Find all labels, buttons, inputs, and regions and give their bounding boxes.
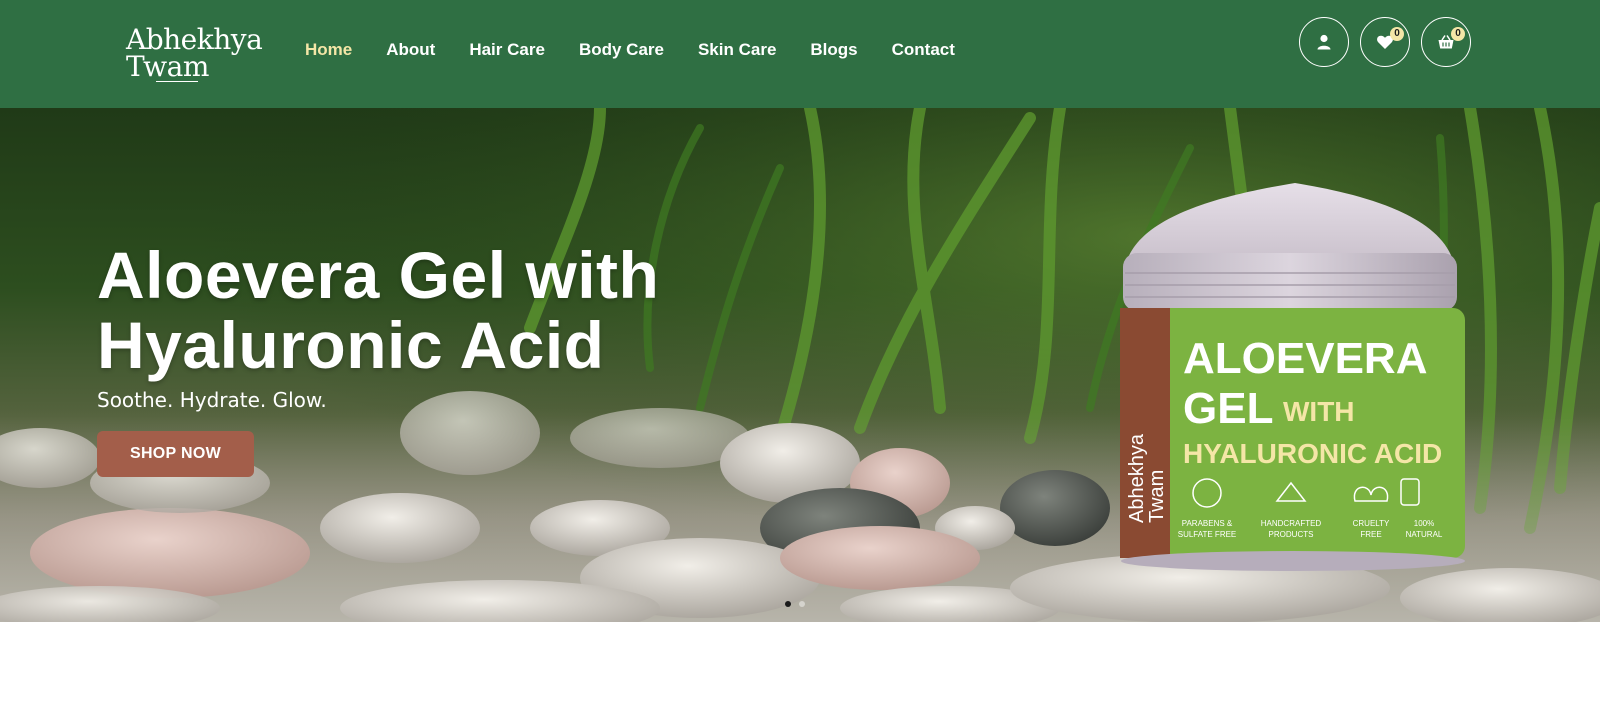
hero-subtitle: Soothe. Hydrate. Glow. [97, 388, 327, 412]
badge-parabens-line1: PARABENS & [1182, 519, 1233, 528]
jar-name-line1: ALOEVERA [1183, 334, 1427, 383]
slider-dot-1[interactable] [785, 601, 791, 607]
nav-item-hair-care[interactable]: Hair Care [469, 38, 545, 62]
cart-count-badge: 0 [1451, 27, 1465, 41]
badge-parabens-line2: SULFATE FREE [1178, 530, 1237, 539]
nav-item-home[interactable]: Home [305, 38, 352, 62]
badge-natural-line1: 100% [1414, 519, 1434, 528]
jar-brand-line2: Twam [1146, 470, 1168, 523]
wishlist-count-badge: 0 [1390, 27, 1404, 41]
main-nav: Home About Hair Care Body Care Skin Care… [305, 38, 989, 62]
slider-pagination [785, 601, 805, 607]
jar-name-line2b: WITH [1283, 396, 1355, 427]
brand-logo[interactable]: Abhekhya Twam [126, 26, 263, 86]
product-jar-image: Abhekhya Twam ALOEVERA GEL WITH HYALURON… [1120, 183, 1465, 571]
nav-item-blogs[interactable]: Blogs [810, 38, 857, 62]
jar-name-line2a: GEL [1183, 384, 1273, 433]
hero-slider: Aloevera Gel with Hyaluronic Acid Soothe… [0, 108, 1600, 622]
jar-brand-line1: Abhekhya [1126, 433, 1148, 523]
badge-handcrafted-line1: HANDCRAFTED [1261, 519, 1322, 528]
badge-natural-line2: NATURAL [1406, 530, 1443, 539]
nav-item-body-care[interactable]: Body Care [579, 38, 664, 62]
account-button[interactable] [1299, 17, 1349, 67]
nav-item-about[interactable]: About [386, 38, 435, 62]
cart-button[interactable]: 0 [1421, 17, 1471, 67]
badge-cruelty-line2: FREE [1360, 530, 1381, 539]
nav-item-skin-care[interactable]: Skin Care [698, 38, 776, 62]
hero-title-line1: Aloevera Gel with [97, 238, 660, 312]
slider-dot-2[interactable] [799, 601, 805, 607]
badge-cruelty-line1: CRUELTY [1353, 519, 1390, 528]
shop-now-button[interactable]: SHOP NOW [97, 431, 254, 477]
nav-item-contact[interactable]: Contact [892, 38, 955, 62]
brand-logo-line2: Twam [126, 50, 209, 83]
hero-title: Aloevera Gel with Hyaluronic Acid [97, 240, 717, 380]
user-icon [1317, 34, 1331, 50]
hero-title-line2: Hyaluronic Acid [97, 308, 605, 382]
wishlist-button[interactable]: 0 [1360, 17, 1410, 67]
jar-name-line3: HYALURONIC ACID [1183, 438, 1442, 469]
badge-handcrafted-line2: PRODUCTS [1269, 530, 1314, 539]
site-header: Abhekhya Twam Home About Hair Care Body … [0, 0, 1600, 108]
